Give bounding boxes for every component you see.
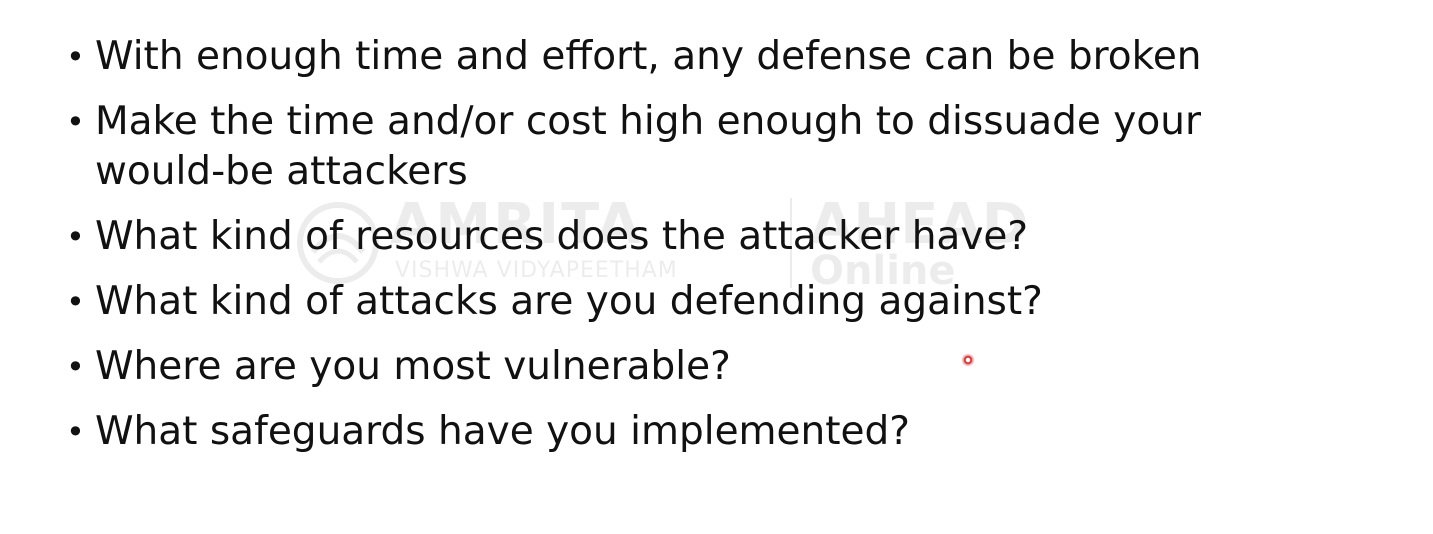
bullet-text: With enough time and effort, any defense… [95,34,1202,79]
slide: AMRITA VISHWA VIDYAPEETHAM AHEAD Online … [0,0,1433,534]
bullet-marker: • [66,413,85,451]
bullet-text: What kind of attacks are you defending a… [95,279,1043,324]
bullet-item: • What kind of resources does the attack… [60,212,1380,262]
bullet-marker: • [66,218,85,256]
bullet-item: • With enough time and effort, any defen… [60,32,1380,82]
bullet-marker: • [66,348,85,386]
bullet-text: Make the time and/or cost high enough to… [95,99,1201,194]
bullet-list: • With enough time and effort, any defen… [60,32,1380,472]
bullet-item: • What safeguards have you implemented? [60,407,1380,457]
bullet-text: Where are you most vulnerable? [95,344,731,389]
bullet-item: • Where are you most vulnerable? [60,342,1380,392]
bullet-marker: • [66,103,85,141]
bullet-item: • What kind of attacks are you defending… [60,277,1380,327]
bullet-text: What kind of resources does the attacker… [95,214,1029,259]
bullet-text: What safeguards have you implemented? [95,409,911,454]
bullet-item: • Make the time and/or cost high enough … [60,97,1380,197]
bullet-marker: • [66,38,85,76]
bullet-marker: • [66,283,85,321]
laser-pointer-icon [962,354,974,366]
